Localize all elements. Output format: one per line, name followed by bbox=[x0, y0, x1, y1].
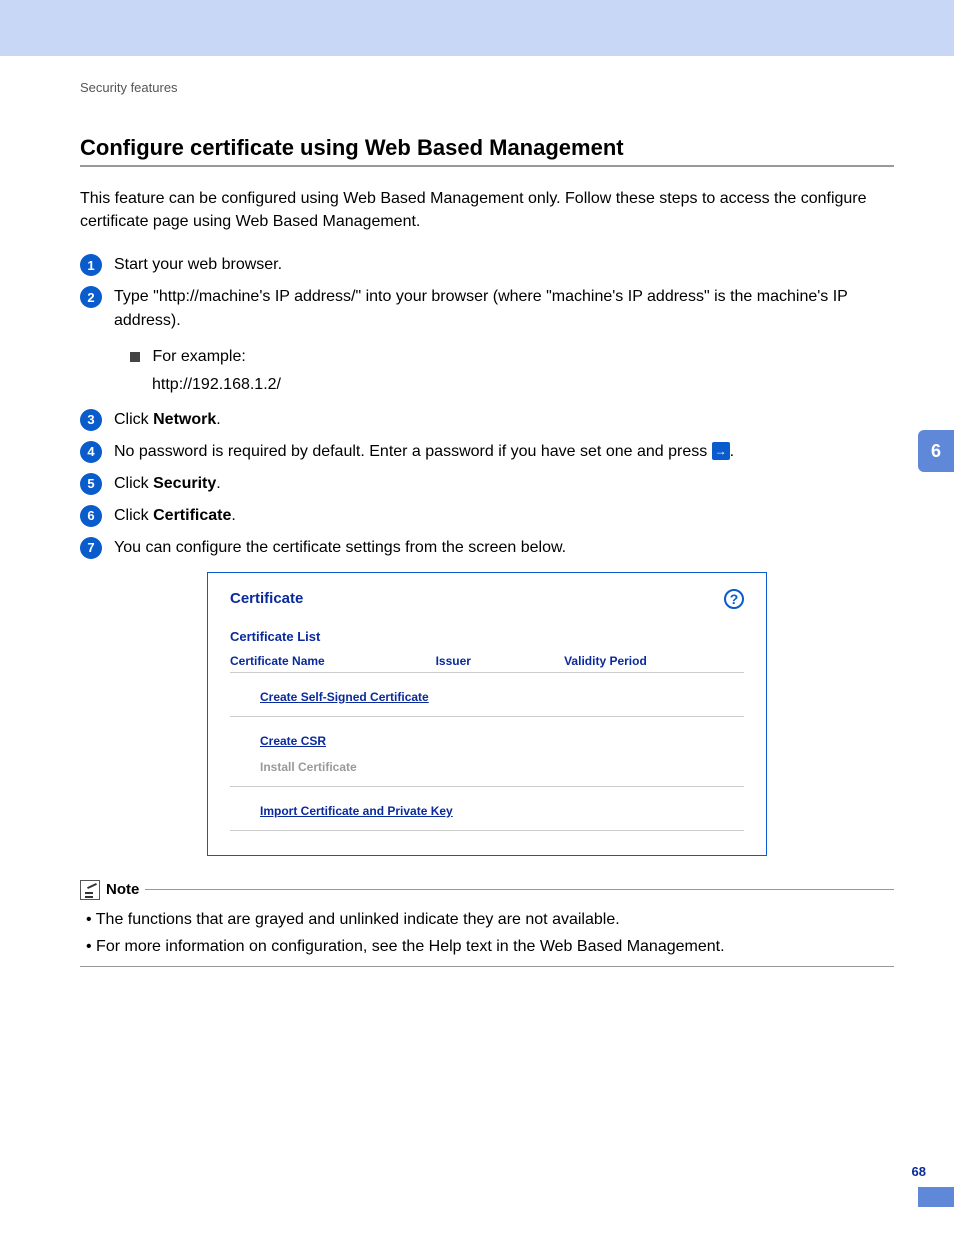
step-6-pre: Click bbox=[114, 507, 153, 524]
note-block: Note The functions that are grayed and u… bbox=[80, 880, 894, 967]
note-bullet-1: The functions that are grayed and unlink… bbox=[86, 906, 894, 933]
help-icon[interactable]: ? bbox=[724, 589, 744, 609]
step-number-icon: 6 bbox=[80, 505, 102, 527]
step-number-icon: 4 bbox=[80, 441, 102, 463]
steps-list: 1 Start your web browser. 2 Type "http:/… bbox=[80, 253, 894, 559]
step-7: 7 You can configure the certificate sett… bbox=[80, 536, 894, 560]
note-rule bbox=[145, 889, 894, 890]
col-cert-name: Certificate Name bbox=[230, 654, 436, 668]
link-create-selfsigned[interactable]: Create Self-Signed Certificate bbox=[260, 690, 429, 704]
step-number-icon: 1 bbox=[80, 254, 102, 276]
step-number-icon: 7 bbox=[80, 537, 102, 559]
step-2-text: Type "http://machine's IP address/" into… bbox=[114, 285, 894, 333]
step-2: 2 Type "http://machine's IP address/" in… bbox=[80, 285, 894, 333]
step-5-text: Click Security. bbox=[114, 472, 894, 496]
title-underline bbox=[80, 165, 894, 167]
step-1: 1 Start your web browser. bbox=[80, 253, 894, 277]
link-import-cert[interactable]: Import Certificate and Private Key bbox=[260, 804, 453, 818]
step-5-pre: Click bbox=[114, 475, 153, 492]
intro-paragraph: This feature can be configured using Web… bbox=[80, 187, 894, 233]
step-3-post: . bbox=[216, 411, 220, 428]
step-6-bold: Certificate bbox=[153, 507, 231, 524]
step-2-example: For example: http://192.168.1.2/ bbox=[130, 343, 894, 397]
col-issuer: Issuer bbox=[436, 654, 565, 668]
certificate-columns: Certificate Name Issuer Validity Period bbox=[230, 654, 744, 673]
step-4-pre: No password is required by default. Ente… bbox=[114, 443, 712, 460]
step-3: 3 Click Network. bbox=[80, 408, 894, 432]
certificate-title: Certificate bbox=[230, 590, 303, 607]
example-label: For example: bbox=[152, 348, 245, 365]
step-1-text: Start your web browser. bbox=[114, 253, 894, 277]
step-5-post: . bbox=[216, 475, 220, 492]
certificate-panel: Certificate ? Certificate List Certifica… bbox=[207, 572, 767, 856]
square-bullet-icon bbox=[130, 352, 140, 362]
install-certificate-disabled: Install Certificate bbox=[260, 760, 744, 774]
link-create-csr[interactable]: Create CSR bbox=[260, 734, 326, 748]
note-bullet-2: For more information on configuration, s… bbox=[86, 933, 894, 960]
step-number-icon: 5 bbox=[80, 473, 102, 495]
step-5-bold: Security bbox=[153, 475, 216, 492]
step-4-post: . bbox=[730, 443, 734, 460]
page-number: 68 bbox=[912, 1164, 926, 1179]
arrow-right-icon: → bbox=[712, 442, 730, 460]
step-4-text: No password is required by default. Ente… bbox=[114, 440, 894, 464]
note-underline bbox=[80, 966, 894, 967]
step-6-text: Click Certificate. bbox=[114, 504, 894, 528]
step-5: 5 Click Security. bbox=[80, 472, 894, 496]
note-label: Note bbox=[106, 881, 139, 898]
step-3-pre: Click bbox=[114, 411, 153, 428]
certificate-list-title: Certificate List bbox=[230, 629, 744, 644]
example-url: http://192.168.1.2/ bbox=[152, 371, 894, 398]
page-title: Configure certificate using Web Based Ma… bbox=[80, 135, 894, 161]
step-6: 6 Click Certificate. bbox=[80, 504, 894, 528]
col-validity: Validity Period bbox=[564, 654, 744, 668]
step-3-bold: Network bbox=[153, 411, 216, 428]
step-number-icon: 2 bbox=[80, 286, 102, 308]
step-number-icon: 3 bbox=[80, 409, 102, 431]
note-icon bbox=[80, 880, 100, 900]
top-band bbox=[0, 0, 954, 56]
step-7-text: You can configure the certificate settin… bbox=[114, 536, 894, 560]
step-6-post: . bbox=[231, 507, 235, 524]
step-4: 4 No password is required by default. En… bbox=[80, 440, 894, 464]
step-3-text: Click Network. bbox=[114, 408, 894, 432]
corner-accent bbox=[918, 1187, 954, 1207]
breadcrumb: Security features bbox=[80, 80, 894, 95]
